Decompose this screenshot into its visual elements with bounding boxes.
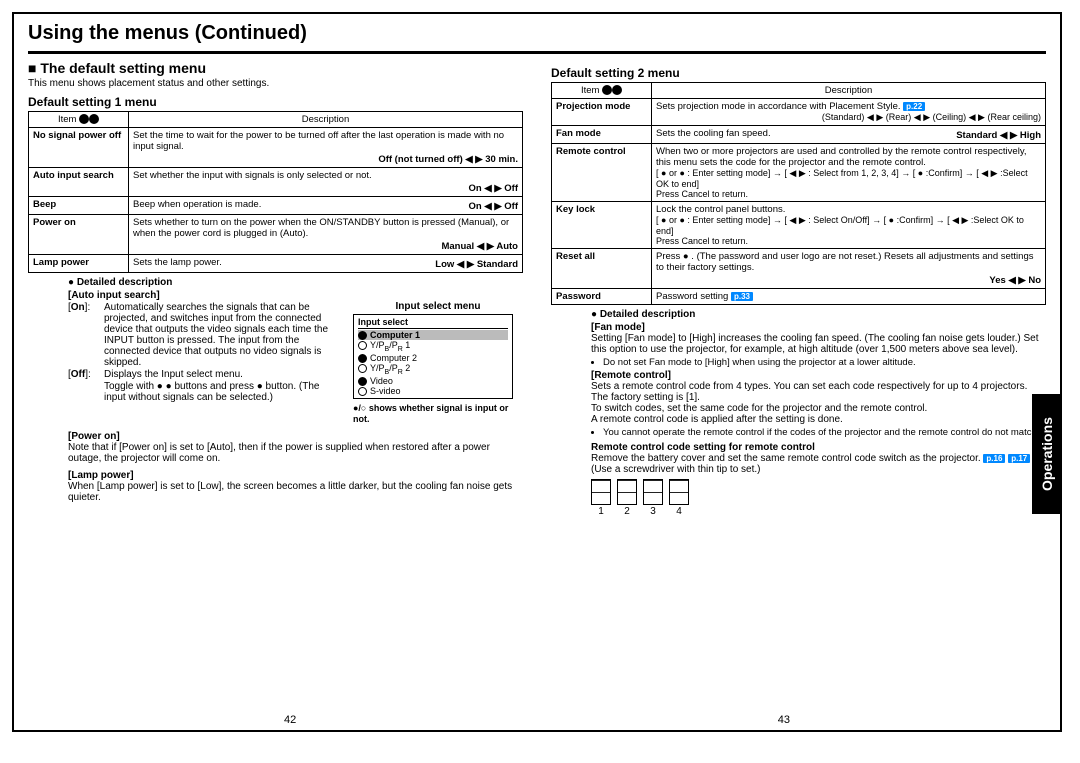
input-item-4: Y/PB/PR 2 (370, 363, 410, 373)
row-keylock-desc: Lock the control panel buttons. (656, 204, 1041, 215)
page-number-right: 43 (778, 714, 790, 726)
row-resetall: Reset all (552, 249, 652, 289)
col-desc: Description (129, 112, 523, 128)
col-item: Item (29, 112, 129, 128)
up-down-icon (612, 85, 622, 95)
remote-text2: To switch codes, set the same code for t… (591, 403, 1046, 414)
row-remote-flow: [ ● or ● : Enter setting mode] → [ ◀ ▶ :… (656, 168, 1041, 189)
table2-title: Default setting 2 menu (551, 66, 1046, 80)
row-resetall-opt: Yes ◀ ▶ No (656, 275, 1041, 286)
default-setting-intro: This menu shows placement status and oth… (28, 78, 523, 89)
row-remote-cancel: Press Cancel to return. (656, 189, 1041, 199)
codesetting-text: Remove the battery cover and set the sam… (591, 453, 1046, 475)
pageref-17: p.17 (1008, 454, 1030, 463)
row-beep-desc: Beep when operation is made. (133, 199, 261, 210)
row-lamp-desc: Sets the lamp power. (133, 257, 222, 268)
dip-3 (643, 479, 663, 505)
row-power-on: Power on (29, 215, 129, 255)
fanmode-label: [Fan mode] (591, 322, 1046, 333)
col2-item: Item (552, 83, 652, 99)
pageref-22: p.22 (903, 102, 925, 111)
auto-input-toggle: Toggle with ● ● buttons and press ● butt… (104, 381, 343, 403)
lamppower-label: [Lamp power] (68, 470, 523, 481)
title-rule (28, 51, 1046, 54)
row-power-on-opt: Manual ◀ ▶ Auto (133, 241, 518, 252)
auto-input-off: Displays the Input select menu. (104, 369, 243, 380)
side-tab-operations: Operations (1032, 394, 1062, 514)
fanmode-text: Setting [Fan mode] to [High] increases t… (591, 333, 1046, 355)
dip-switch-row: 1 2 3 4 (591, 479, 1046, 517)
row-beep-opt: On ◀ ▶ Off (469, 201, 518, 212)
table1-title: Default setting 1 menu (28, 95, 523, 109)
remote-text1: Sets a remote control code from 4 types.… (591, 381, 1046, 403)
row-password-desc: Password setting (656, 291, 728, 302)
row-projection: Projection mode (552, 99, 652, 126)
row-auto-input-desc: Set whether the input with signals is on… (133, 170, 518, 181)
up-down-icon (79, 114, 89, 124)
codesetting-label: Remote control code setting for remote c… (591, 442, 1046, 453)
input-select-note: ●/○ shows whether signal is input or not… (353, 403, 523, 425)
detailed-title: ● Detailed description (68, 277, 523, 288)
up-down-icon (89, 114, 99, 124)
detailed-desc-right: ● Detailed description [Fan mode] Settin… (551, 309, 1046, 517)
input-select-header: Input select (358, 317, 508, 329)
input-item-3: Computer 2 (370, 353, 417, 363)
row-resetall-desc: Press ● . (The password and user logo ar… (656, 251, 1041, 273)
poweron-text: Note that if [Power on] is set to [Auto]… (68, 442, 523, 464)
row-power-on-desc: Sets whether to turn on the power when t… (133, 217, 518, 239)
row-projection-opt: (Standard) ◀ ▶ (Rear) ◀ ▶ (Ceiling) ◀ ▶ … (656, 112, 1041, 123)
input-item-1: Computer 1 (370, 330, 420, 340)
row-auto-input: Auto input search (29, 168, 129, 197)
pageref-16: p.16 (983, 454, 1005, 463)
row-no-signal: No signal power off (29, 128, 129, 168)
row-remote: Remote control (552, 144, 652, 202)
row-lamp-power: Lamp power (29, 255, 129, 273)
input-item-6: S-video (370, 386, 401, 396)
input-select-title: Input select menu (353, 301, 523, 312)
default-setting-2-table: Item Description Projection mode Sets pr… (551, 82, 1046, 305)
detailed-desc-left: ● Detailed description [Auto input searc… (28, 277, 523, 503)
row-remote-desc: When two or more projectors are used and… (656, 146, 1041, 168)
row-auto-input-opt: On ◀ ▶ Off (133, 183, 518, 194)
auto-input-label: [Auto input search] (68, 290, 523, 301)
dip-1 (591, 479, 611, 505)
row-lamp-opt: Low ◀ ▶ Standard (435, 259, 518, 270)
pageref-33: p.33 (731, 292, 753, 301)
col2-desc: Description (652, 83, 1046, 99)
lamppower-text: When [Lamp power] is set to [Low], the s… (68, 481, 523, 503)
input-item-5: Video (370, 376, 393, 386)
row-beep: Beep (29, 197, 129, 215)
left-column: ■ The default setting menu This menu sho… (28, 60, 523, 517)
auto-input-on: Automatically searches the signals that … (104, 302, 343, 368)
input-item-2: Y/PB/PR 1 (370, 340, 410, 350)
row-projection-desc: Sets projection mode in accordance with … (656, 101, 901, 112)
fanmode-bullet: Do not set Fan mode to [High] when using… (603, 357, 1046, 368)
row-keylock-flow: [ ● or ● : Enter setting mode] → [ ◀ ▶ :… (656, 215, 1041, 236)
row-no-signal-opt: Off (not turned off) ◀ ▶ 30 min. (133, 154, 518, 165)
input-select-box: Input select Computer 1 Y/PB/PR 1 Comput… (353, 314, 513, 399)
row-keylock-cancel: Press Cancel to return. (656, 236, 1041, 246)
row-fan-desc: Sets the cooling fan speed. (656, 128, 771, 139)
poweron-label: [Power on] (68, 431, 523, 442)
up-down-icon (602, 85, 612, 95)
right-column: Default setting 2 menu Item Description … (551, 60, 1046, 517)
row-password: Password (552, 289, 652, 305)
page-number-left: 42 (284, 714, 296, 726)
default-setting-1-table: Item Description No signal power off Set… (28, 111, 523, 273)
dip-2 (617, 479, 637, 505)
remote-bullet: You cannot operate the remote control if… (603, 427, 1046, 438)
dip-4 (669, 479, 689, 505)
default-setting-heading: ■ The default setting menu (28, 60, 523, 76)
remote-text3: A remote control code is applied after t… (591, 414, 1046, 425)
row-no-signal-desc: Set the time to wait for the power to be… (133, 130, 518, 152)
page-frame: Using the menus (Continued) ■ The defaul… (12, 12, 1062, 732)
row-fan-opt: Standard ◀ ▶ High (956, 130, 1041, 141)
row-keylock: Key lock (552, 202, 652, 249)
remote-label: [Remote control] (591, 370, 1046, 381)
row-fan: Fan mode (552, 126, 652, 144)
detailed-title-right: ● Detailed description (591, 309, 1046, 320)
page-title: Using the menus (Continued) (28, 22, 1046, 45)
